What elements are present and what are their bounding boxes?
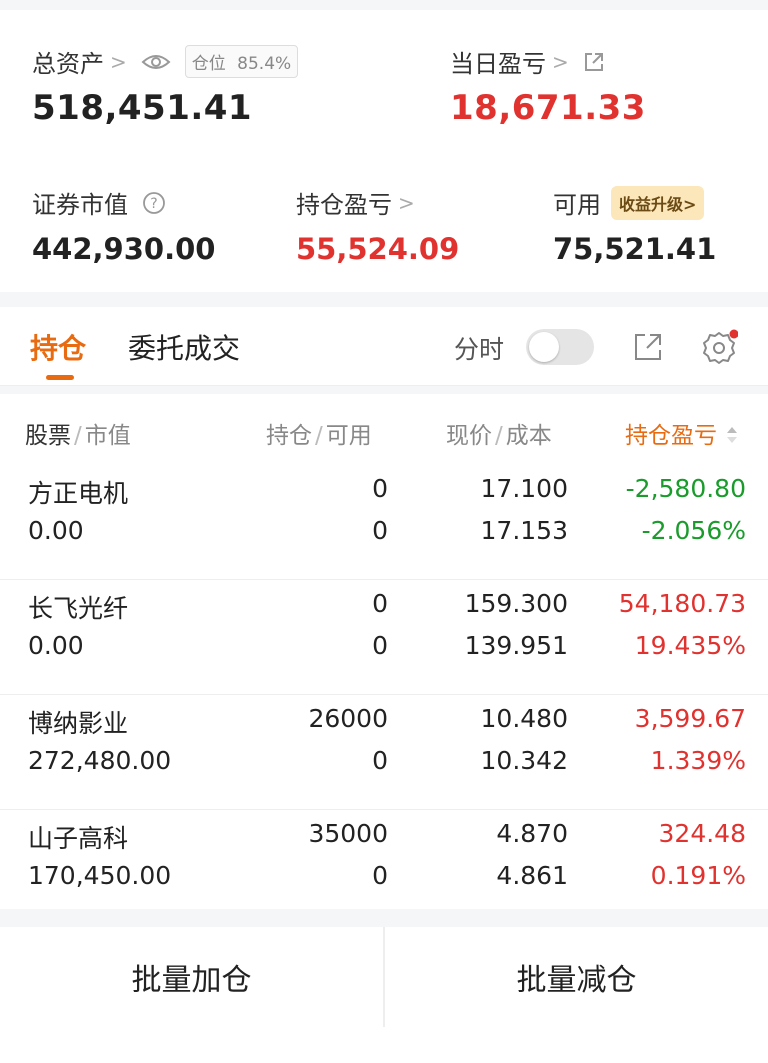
header-available: 可用 — [325, 423, 372, 449]
holding-pl-label: 持仓盈亏 — [296, 191, 392, 219]
available-qty: 0 — [372, 516, 388, 545]
available-value: 75,521.41 — [553, 232, 717, 266]
chevron-right-icon: > — [552, 49, 569, 74]
account-summary: 总资产 > 仓位 85.4% 518,451.41 当日盈亏 > 18,671.… — [0, 10, 768, 292]
current-price: 4.870 — [496, 819, 568, 848]
header-pl: 持仓盈亏 — [625, 423, 717, 449]
profit-loss: -2,580.80 — [625, 474, 746, 503]
position-value: 85.4% — [237, 54, 292, 74]
header-pl-sort[interactable]: 持仓盈亏 — [625, 416, 738, 450]
tab-holdings[interactable]: 持仓 — [30, 327, 86, 367]
active-tab-indicator — [46, 375, 74, 380]
share-icon[interactable] — [632, 331, 664, 367]
header-market-value: 市值 — [84, 423, 131, 449]
bottom-actions: 批量加仓 批量减仓 — [0, 927, 768, 1063]
share-icon[interactable] — [583, 51, 605, 73]
header-stock-market-value: 股票 / 市值 — [25, 423, 131, 449]
position-badge: 仓位 85.4% — [184, 45, 299, 78]
current-price: 17.100 — [480, 474, 568, 503]
stock-name: 博纳影业 — [28, 709, 129, 738]
cost-price: 17.153 — [480, 516, 568, 545]
chevron-right-icon: > — [398, 190, 415, 215]
profit-loss: 54,180.73 — [618, 589, 746, 618]
tab-orders[interactable]: 委托成交 — [128, 327, 240, 367]
holding-qty: 0 — [372, 474, 388, 503]
profit-loss-pct: 0.191% — [650, 861, 746, 890]
holding-pl-link[interactable]: 持仓盈亏 > — [296, 185, 415, 220]
header-cost: 成本 — [505, 423, 552, 449]
available-qty: 0 — [372, 746, 388, 775]
profit-loss-pct: 1.339% — [650, 746, 746, 775]
stock-name: 山子高科 — [28, 824, 129, 853]
cost-price: 4.861 — [496, 861, 568, 890]
position-label: 仓位 — [191, 54, 226, 74]
eye-icon[interactable] — [141, 52, 171, 72]
market-value: 170,450.00 — [28, 861, 172, 890]
total-assets-link[interactable]: 总资产 > 仓位 85.4% — [32, 44, 299, 79]
available-label: 可用 — [553, 191, 601, 219]
daily-pl-label: 当日盈亏 — [450, 50, 546, 78]
toggle-knob — [529, 332, 559, 362]
market-value: 0.00 — [28, 516, 84, 545]
table-row[interactable]: 博纳影业 272,480.00 26000 0 10.480 10.342 3,599.67… — [0, 694, 768, 810]
holdings-table: 股票 / 市值 持仓 / 可用 现价 / 成本 持仓盈亏 方正电机 0.00 0 0 17.100 1… — [0, 394, 768, 909]
header-price: 现价 — [446, 423, 492, 449]
header-price-cost: 现价 / 成本 — [446, 423, 552, 449]
table-row[interactable]: 长飞光纤 0.00 0 0 159.300 139.951 54,180.73 19.435% — [0, 579, 768, 695]
total-assets-value: 518,451.41 — [32, 88, 253, 128]
settings-gear-icon[interactable] — [700, 329, 739, 371]
daily-pl-value: 18,671.33 — [450, 88, 646, 128]
table-row[interactable]: 山子高科 170,450.00 35000 0 4.870 4.861 324.48 0.19… — [0, 809, 768, 924]
holding-qty: 35000 — [308, 819, 388, 848]
chevron-right-icon: > — [110, 49, 127, 74]
current-price: 159.300 — [464, 589, 568, 618]
svg-text:?: ? — [150, 196, 157, 212]
holding-pl-value: 55,524.09 — [296, 232, 460, 266]
batch-add-button[interactable]: 批量加仓 — [0, 927, 383, 1027]
total-assets-label: 总资产 — [32, 50, 104, 78]
table-row[interactable]: 方正电机 0.00 0 0 17.100 17.153 -2,580.80 -2.056% — [0, 464, 768, 580]
cost-price: 10.342 — [480, 746, 568, 775]
sort-icon — [726, 424, 738, 450]
timeshare-toggle[interactable] — [526, 329, 594, 365]
market-value-label: 证券市值 — [32, 191, 128, 219]
profit-loss: 3,599.67 — [634, 704, 746, 733]
profit-loss: 324.48 — [658, 819, 746, 848]
cost-price: 139.951 — [464, 631, 568, 660]
upgrade-button[interactable]: 收益升级> — [611, 185, 705, 220]
stock-name: 长飞光纤 — [28, 594, 129, 623]
help-icon[interactable]: ? — [142, 191, 166, 215]
header-holding-available: 持仓 / 可用 — [266, 423, 372, 449]
current-price: 10.480 — [480, 704, 568, 733]
available-header: 可用 收益升级> — [553, 185, 705, 220]
holding-qty: 26000 — [308, 704, 388, 733]
available-qty: 0 — [372, 631, 388, 660]
header-stock: 股票 — [25, 423, 71, 449]
market-value: 0.00 — [28, 631, 84, 660]
daily-pl-link[interactable]: 当日盈亏 > — [450, 44, 605, 79]
profit-loss-pct: 19.435% — [634, 631, 746, 660]
profit-loss-pct: -2.056% — [641, 516, 746, 545]
header-holding: 持仓 — [266, 423, 312, 449]
stock-name: 方正电机 — [28, 479, 129, 508]
market-value: 272,480.00 — [28, 746, 172, 775]
holding-qty: 0 — [372, 589, 388, 618]
available-qty: 0 — [372, 861, 388, 890]
timeshare-label: 分时 — [454, 335, 505, 364]
batch-reduce-button[interactable]: 批量减仓 — [385, 927, 768, 1027]
market-value-header: 证券市值 ? — [32, 185, 166, 220]
tab-bar: 持仓 委托成交 分时 — [0, 307, 768, 386]
market-value: 442,930.00 — [32, 232, 216, 266]
